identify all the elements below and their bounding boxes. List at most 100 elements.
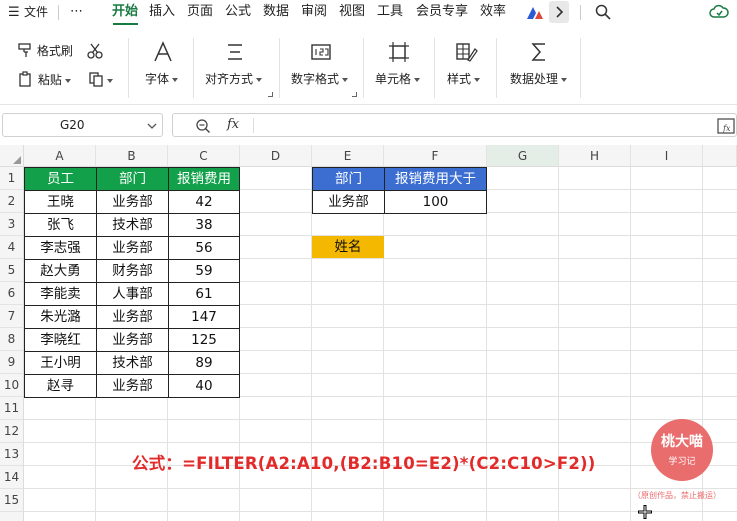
chevron-down-icon[interactable] xyxy=(147,122,157,130)
column-header[interactable]: E xyxy=(312,145,384,167)
table-cell[interactable]: 技术部 xyxy=(96,213,169,237)
criteria-header-cell[interactable]: 部门 xyxy=(312,167,385,191)
table-cell[interactable]: 61 xyxy=(168,282,240,306)
row-header[interactable]: 8 xyxy=(0,328,24,351)
tab-home[interactable]: 开始 xyxy=(112,3,138,21)
cut-icon[interactable] xyxy=(86,42,104,60)
tab-member[interactable]: 会员专享 xyxy=(416,3,468,21)
table-cell[interactable]: 业务部 xyxy=(96,305,169,329)
copy-button[interactable] xyxy=(88,71,113,88)
table-header-cell[interactable]: 员工 xyxy=(24,167,97,191)
table-cell[interactable]: 王晓 xyxy=(24,190,97,214)
table-cell[interactable]: 人事部 xyxy=(96,282,169,306)
name-box[interactable]: G20 xyxy=(2,113,163,137)
table-cell[interactable]: 财务部 xyxy=(96,259,169,283)
gridline xyxy=(24,511,737,512)
column-header[interactable]: F xyxy=(384,145,487,167)
table-cell[interactable]: 王小明 xyxy=(24,351,97,375)
table-cell[interactable]: 42 xyxy=(168,190,240,214)
table-cell[interactable]: 李志强 xyxy=(24,236,97,260)
criteria-value-cell[interactable]: 业务部 xyxy=(312,190,385,214)
cloud-sync-icon[interactable] xyxy=(709,3,729,21)
zoom-lookup-icon[interactable] xyxy=(195,118,211,134)
format-painter-button[interactable]: 格式刷 xyxy=(17,43,73,59)
table-cell[interactable]: 89 xyxy=(168,351,240,375)
tab-view[interactable]: 视图 xyxy=(339,3,365,21)
column-header[interactable] xyxy=(703,145,737,167)
tab-formula[interactable]: 公式 xyxy=(225,3,251,21)
column-header[interactable]: D xyxy=(240,145,312,167)
insert-function-icon[interactable]: fx xyxy=(227,117,239,132)
row-header[interactable]: 2 xyxy=(0,190,24,213)
row-header[interactable]: 3 xyxy=(0,213,24,236)
style-group-button[interactable]: 样式 xyxy=(443,38,489,98)
dialog-launcher-icon[interactable] xyxy=(268,92,273,97)
tab-page[interactable]: 页面 xyxy=(187,3,213,21)
row-header[interactable]: 4 xyxy=(0,236,24,259)
table-header-cell[interactable]: 报销费用 xyxy=(168,167,240,191)
data-processing-group-button[interactable]: 数据处理 xyxy=(506,38,572,98)
expand-formula-icon[interactable]: fx xyxy=(717,118,735,134)
table-cell[interactable]: 125 xyxy=(168,328,240,352)
column-header[interactable]: B xyxy=(96,145,168,167)
column-header[interactable]: G xyxy=(487,145,559,167)
select-all-corner[interactable] xyxy=(0,145,24,167)
dialog-launcher-icon[interactable] xyxy=(352,92,357,97)
table-cell[interactable]: 业务部 xyxy=(96,328,169,352)
row-header[interactable]: 12 xyxy=(0,420,24,443)
menu-file[interactable]: 文件 xyxy=(24,3,48,21)
table-cell[interactable]: 李能卖 xyxy=(24,282,97,306)
row-header[interactable]: 9 xyxy=(0,351,24,374)
table-cell[interactable]: 赵大勇 xyxy=(24,259,97,283)
row-header[interactable]: 6 xyxy=(0,282,24,305)
row-header[interactable]: 1 xyxy=(0,167,24,190)
column-header[interactable]: H xyxy=(559,145,631,167)
more-menu-button[interactable]: ⋯ xyxy=(70,3,83,21)
row-header[interactable]: 14 xyxy=(0,466,24,489)
alignment-group-button[interactable]: 对齐方式 xyxy=(202,38,268,98)
table-cell[interactable]: 40 xyxy=(168,374,240,398)
table-cell[interactable]: 业务部 xyxy=(96,374,169,398)
table-cell[interactable]: 业务部 xyxy=(96,190,169,214)
column-header[interactable]: I xyxy=(631,145,703,167)
criteria-value-cell[interactable]: 100 xyxy=(384,190,487,214)
result-header-cell[interactable]: 姓名 xyxy=(312,236,384,258)
row-header[interactable]: 7 xyxy=(0,305,24,328)
row-header[interactable] xyxy=(0,512,24,521)
tab-tools[interactable]: 工具 xyxy=(377,3,403,21)
scroll-tabs-right-button[interactable] xyxy=(549,1,569,23)
formula-input-area[interactable]: fx fx xyxy=(172,113,737,137)
table-cell[interactable]: 38 xyxy=(168,213,240,237)
table-header-cell[interactable]: 部门 xyxy=(96,167,169,191)
row-header[interactable]: 10 xyxy=(0,374,24,397)
paste-label: 粘贴 xyxy=(37,73,62,87)
font-group-button[interactable]: 字体 xyxy=(140,38,186,98)
column-header[interactable]: A xyxy=(24,145,96,167)
table-cell[interactable]: 59 xyxy=(168,259,240,283)
ribbon-separator xyxy=(580,38,581,98)
number-format-group-button[interactable]: 数字格式 xyxy=(288,38,354,98)
row-header[interactable]: 13 xyxy=(0,443,24,466)
table-cell[interactable]: 赵寻 xyxy=(24,374,97,398)
column-header[interactable]: C xyxy=(168,145,240,167)
table-cell[interactable]: 业务部 xyxy=(96,236,169,260)
search-icon[interactable] xyxy=(594,3,612,21)
cell-group-button[interactable]: 单元格 xyxy=(371,38,427,98)
row-header[interactable]: 5 xyxy=(0,259,24,282)
tab-efficiency[interactable]: 效率 xyxy=(480,3,506,21)
table-cell[interactable]: 技术部 xyxy=(96,351,169,375)
criteria-header-cell[interactable]: 报销费用大于 xyxy=(384,167,487,191)
paste-button[interactable]: 粘贴 xyxy=(18,71,71,88)
menu-icon[interactable]: ☰ xyxy=(8,4,20,22)
tab-review[interactable]: 审阅 xyxy=(301,3,327,21)
table-cell[interactable]: 56 xyxy=(168,236,240,260)
row-header[interactable]: 15 xyxy=(0,489,24,512)
tab-insert[interactable]: 插入 xyxy=(149,3,175,21)
table-cell[interactable]: 张飞 xyxy=(24,213,97,237)
table-cell[interactable]: 朱光潞 xyxy=(24,305,97,329)
table-cell[interactable]: 147 xyxy=(168,305,240,329)
table-cell[interactable]: 李晓红 xyxy=(24,328,97,352)
tab-data[interactable]: 数据 xyxy=(263,3,289,21)
ai-logo-icon[interactable] xyxy=(525,5,545,21)
row-header[interactable]: 11 xyxy=(0,397,24,420)
